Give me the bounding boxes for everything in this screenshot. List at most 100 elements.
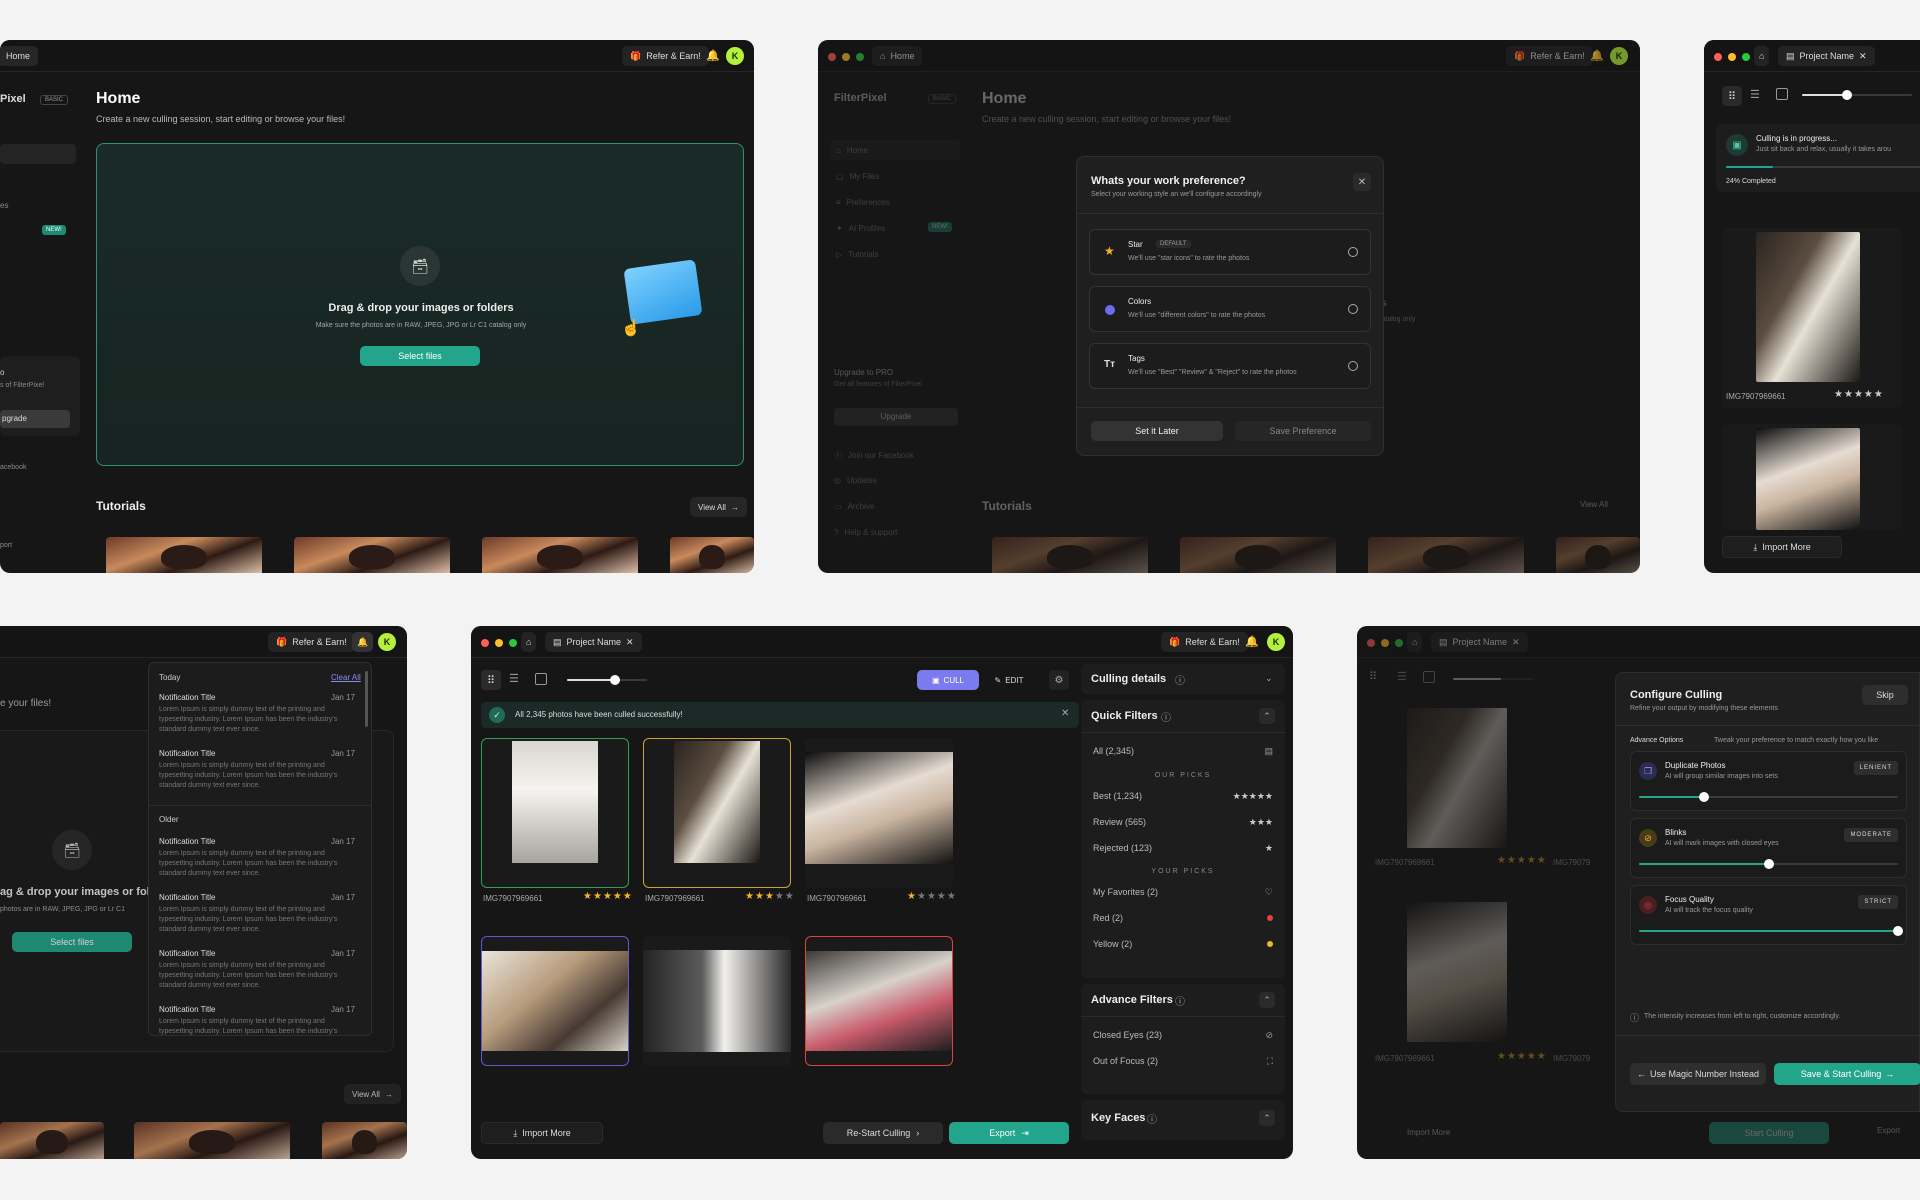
- tutorial-thumbnail[interactable]: [670, 537, 754, 573]
- maximize-dot[interactable]: [509, 639, 517, 647]
- single-view-icon[interactable]: [1423, 671, 1435, 683]
- notification-item[interactable]: Notification Title Jan 17 Lorem Ipsum is …: [159, 949, 355, 991]
- cull-button[interactable]: ▣ CULL: [917, 670, 979, 690]
- close-icon[interactable]: ✕: [626, 637, 634, 648]
- star-icon[interactable]: ★: [1834, 389, 1844, 400]
- magic-number-button[interactable]: ← Use Magic Number Instead: [1630, 1063, 1766, 1085]
- tutorial-thumbnail[interactable]: [134, 1122, 290, 1159]
- view-all-button[interactable]: View All →: [690, 497, 747, 517]
- star-icon[interactable]: ★: [785, 891, 795, 902]
- avatar[interactable]: K: [726, 47, 744, 65]
- avatar[interactable]: K: [1267, 633, 1285, 651]
- photo-card[interactable]: [643, 936, 791, 1066]
- avatar[interactable]: K: [378, 633, 396, 651]
- avatar[interactable]: K: [1610, 47, 1628, 65]
- tutorial-thumbnail[interactable]: [992, 537, 1148, 573]
- star-icon[interactable]: ★: [755, 891, 765, 902]
- photo-card[interactable]: [805, 936, 953, 1066]
- export-button[interactable]: Export ⇥: [949, 1122, 1069, 1144]
- tutorial-thumbnail[interactable]: [1180, 537, 1336, 573]
- photo-card[interactable]: [481, 936, 629, 1066]
- import-more-button[interactable]: ⤓ Import More: [1722, 536, 1842, 558]
- intensity-slider-knob[interactable]: [1763, 859, 1774, 869]
- stack-view-icon[interactable]: ☰: [509, 672, 519, 685]
- star-icon[interactable]: ★: [1854, 389, 1864, 400]
- sidebar-item-my-files[interactable]: ▢ My Files: [836, 172, 879, 181]
- photo-card[interactable]: [643, 738, 791, 888]
- view-all-button[interactable]: View All: [1580, 500, 1608, 509]
- tutorial-thumbnail[interactable]: [1368, 537, 1524, 573]
- star-icon[interactable]: ★: [765, 891, 775, 902]
- photo-card[interactable]: [481, 738, 629, 888]
- view-all-button[interactable]: View All →: [344, 1084, 401, 1104]
- star-icon[interactable]: ★: [907, 891, 917, 902]
- key-faces-section[interactable]: Key Faces ⓘ ⌃: [1081, 1100, 1285, 1140]
- notification-item[interactable]: Notification Title Jan 17 Lorem Ipsum is …: [159, 837, 355, 879]
- help-link[interactable]: ? Help & support: [834, 528, 897, 537]
- refer-button[interactable]: 🎁 Refer & Earn!: [268, 632, 355, 652]
- maximize-dot[interactable]: [1742, 53, 1750, 61]
- star-icon[interactable]: ★: [583, 891, 593, 902]
- filter-best[interactable]: Best (1,234) ★★★★★: [1093, 789, 1273, 803]
- adjustments-button[interactable]: ⚙: [1049, 670, 1069, 690]
- zoom-slider[interactable]: [1453, 678, 1533, 680]
- collapse-button[interactable]: ⌃: [1259, 992, 1275, 1008]
- star-icon[interactable]: ★: [947, 891, 957, 902]
- photo-card[interactable]: [805, 738, 953, 888]
- chevron-down-icon[interactable]: ⌄: [1265, 673, 1273, 684]
- tutorial-thumbnail[interactable]: [0, 1122, 104, 1159]
- single-view-icon[interactable]: [1776, 88, 1788, 100]
- intensity-slider[interactable]: [1639, 859, 1898, 869]
- skip-button[interactable]: Skip: [1862, 685, 1908, 705]
- tutorial-thumbnail[interactable]: [294, 537, 450, 573]
- minimize-dot[interactable]: [842, 53, 850, 61]
- maximize-dot[interactable]: [1395, 639, 1403, 647]
- filter-rejected[interactable]: Rejected (123) ★: [1093, 841, 1273, 855]
- stack-view-icon[interactable]: ☰: [1397, 670, 1407, 683]
- zoom-slider[interactable]: [1802, 90, 1912, 100]
- close-icon[interactable]: ✕: [1859, 51, 1867, 62]
- sidebar-item-tutorials[interactable]: ▷ Tutorials: [836, 250, 879, 259]
- single-view-icon[interactable]: [535, 673, 547, 685]
- photo-card[interactable]: [1722, 424, 1902, 530]
- filter-review[interactable]: Review (565) ★★★: [1093, 815, 1273, 829]
- photo-card[interactable]: IMG7907969661 ★★★★★: [1722, 228, 1902, 408]
- sidebar-active-item[interactable]: [0, 144, 76, 164]
- tutorial-thumbnail[interactable]: [106, 537, 262, 573]
- bell-icon[interactable]: 🔔: [1245, 635, 1259, 648]
- minimize-dot[interactable]: [495, 639, 503, 647]
- notification-item[interactable]: Notification Title Jan 17 Lorem Ipsum is …: [159, 693, 355, 735]
- star-icon[interactable]: ★: [917, 891, 927, 902]
- restart-culling-button[interactable]: Re-Start Culling ›: [823, 1122, 943, 1144]
- star-icon[interactable]: ★: [1864, 389, 1874, 400]
- notification-item[interactable]: Notification Title Jan 17 Lorem Ipsum is …: [159, 749, 355, 791]
- refer-button[interactable]: 🎁 Refer & Earn!: [1161, 632, 1248, 652]
- project-tab[interactable]: ▤ Project Name ✕: [1431, 632, 1528, 652]
- intensity-slider-knob[interactable]: [1893, 926, 1903, 936]
- sidebar-item-files[interactable]: es: [0, 201, 8, 210]
- scrollbar[interactable]: [365, 671, 368, 727]
- sidebar-item-preferences[interactable]: ≡ Preferences: [836, 198, 890, 207]
- star-icon[interactable]: ★: [745, 891, 755, 902]
- sidebar-item-home[interactable]: ⌂ Home: [836, 146, 868, 155]
- filter-all[interactable]: All (2,345) ▤: [1093, 744, 1273, 758]
- close-button[interactable]: ✕: [1353, 173, 1371, 191]
- stack-view-icon[interactable]: ☰: [1750, 88, 1760, 101]
- radio-button[interactable]: [1348, 304, 1358, 314]
- upgrade-button[interactable]: Upgrade: [834, 408, 958, 426]
- notification-item[interactable]: Notification Title Jan 17 Lorem Ipsum is …: [159, 893, 355, 935]
- option-tags[interactable]: Tт Tags We'll use "Best" "Review" & "Rej…: [1089, 343, 1371, 389]
- archive-link[interactable]: ▭ Archive: [834, 502, 874, 511]
- rating-stars[interactable]: ★★★★★: [1497, 1051, 1547, 1062]
- bell-icon[interactable]: 🔔: [706, 49, 720, 62]
- option-star[interactable]: ★ Star DEFAULT We'll use "star icons" to…: [1089, 229, 1371, 275]
- intensity-slider[interactable]: [1639, 792, 1898, 802]
- minimize-dot[interactable]: [1381, 639, 1389, 647]
- star-icon[interactable]: ★: [623, 891, 633, 902]
- project-tab[interactable]: ▤ Project Name ✕: [1778, 46, 1875, 66]
- star-icon[interactable]: ★: [603, 891, 613, 902]
- support-link[interactable]: port: [0, 542, 12, 549]
- grid-icon[interactable]: ⠿: [1369, 670, 1377, 683]
- home-button[interactable]: ⌂: [1754, 46, 1770, 66]
- intensity-slider[interactable]: [1639, 926, 1903, 936]
